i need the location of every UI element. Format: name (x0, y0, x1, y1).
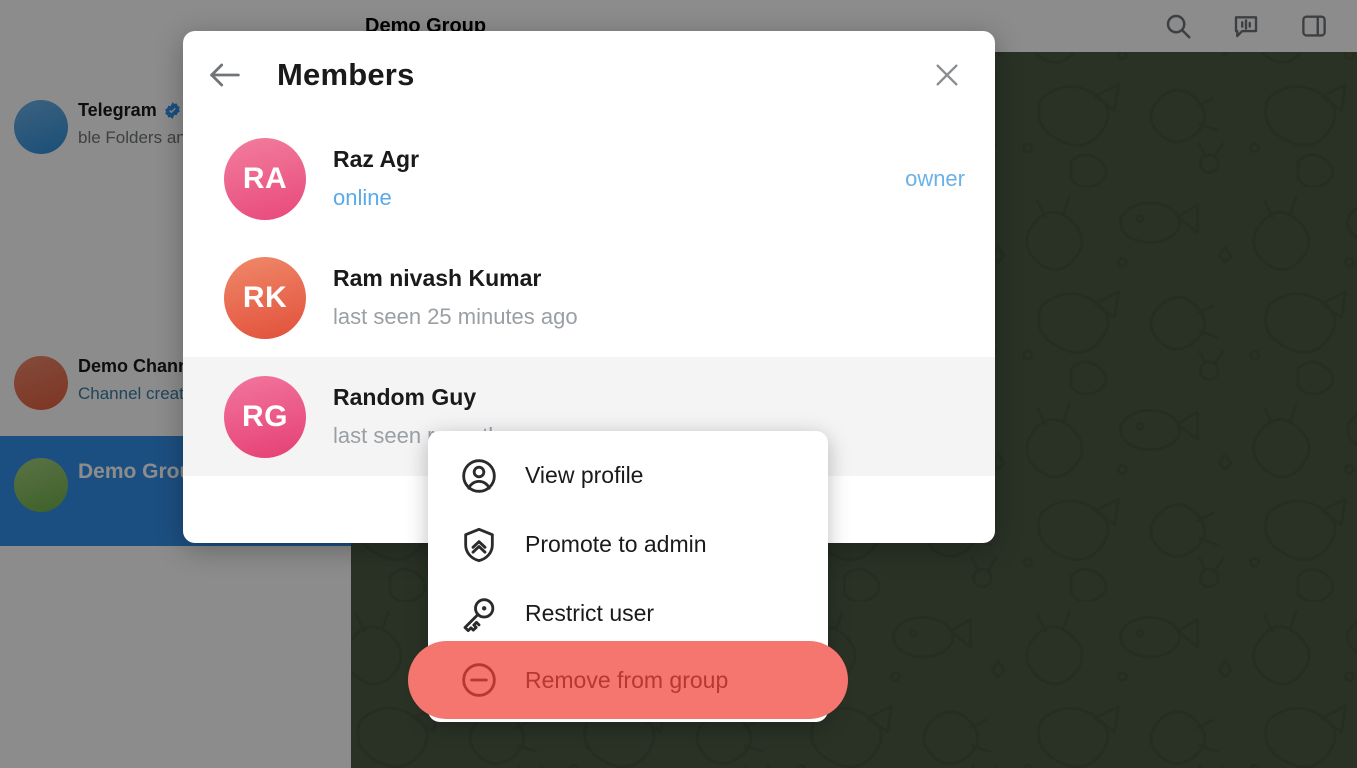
avatar: RA (224, 137, 306, 220)
back-arrow-icon[interactable] (205, 55, 245, 95)
menu-item-label: Restrict user (525, 600, 655, 626)
menu-item-remove-from-group[interactable]: Remove from group (408, 641, 848, 719)
member-name: Raz Agr (333, 146, 420, 172)
member-row[interactable]: RK Ram nivash Kumar last seen 25 minutes… (183, 238, 995, 357)
member-row[interactable]: RA Raz Agr online owner (183, 119, 995, 238)
avatar-initials: RK (242, 280, 288, 314)
key-icon (463, 597, 495, 632)
user-circle-icon (462, 458, 496, 493)
avatar: RK (224, 256, 306, 339)
avatar-initials: RG (242, 399, 288, 433)
member-context-menu: View profile Promote to admin Restrict u… (408, 431, 848, 722)
avatar-initials: RA (242, 161, 288, 195)
member-list: RA Raz Agr online owner RK Ram nivash Ku… (183, 119, 995, 476)
member-status: online (333, 184, 392, 210)
member-name: Random Guy (333, 384, 477, 410)
menu-item-label: View profile (525, 462, 644, 488)
dialog-header: Members (183, 31, 995, 119)
menu-item-promote-to-admin[interactable]: Promote to admin (428, 510, 828, 579)
avatar: RG (224, 375, 306, 458)
shield-up-icon (464, 527, 494, 562)
member-status: last seen 25 minutes ago (333, 303, 578, 329)
member-name: Ram nivash Kumar (333, 265, 542, 291)
dialog-title: Members (277, 57, 415, 92)
menu-item-label: Remove from group (525, 666, 729, 693)
member-info: Raz Agr online (306, 146, 889, 211)
menu-item-restrict-user[interactable]: Restrict user (428, 579, 828, 648)
menu-item-label: Promote to admin (525, 531, 707, 557)
close-icon[interactable] (931, 59, 963, 91)
member-role-badge: owner (905, 165, 965, 191)
app-root: Telegram ble Folders and Demo Channel Ch… (0, 0, 1357, 768)
member-info: Ram nivash Kumar last seen 25 minutes ag… (306, 265, 949, 330)
menu-item-view-profile[interactable]: View profile (428, 441, 828, 510)
minus-circle-icon (462, 663, 496, 697)
